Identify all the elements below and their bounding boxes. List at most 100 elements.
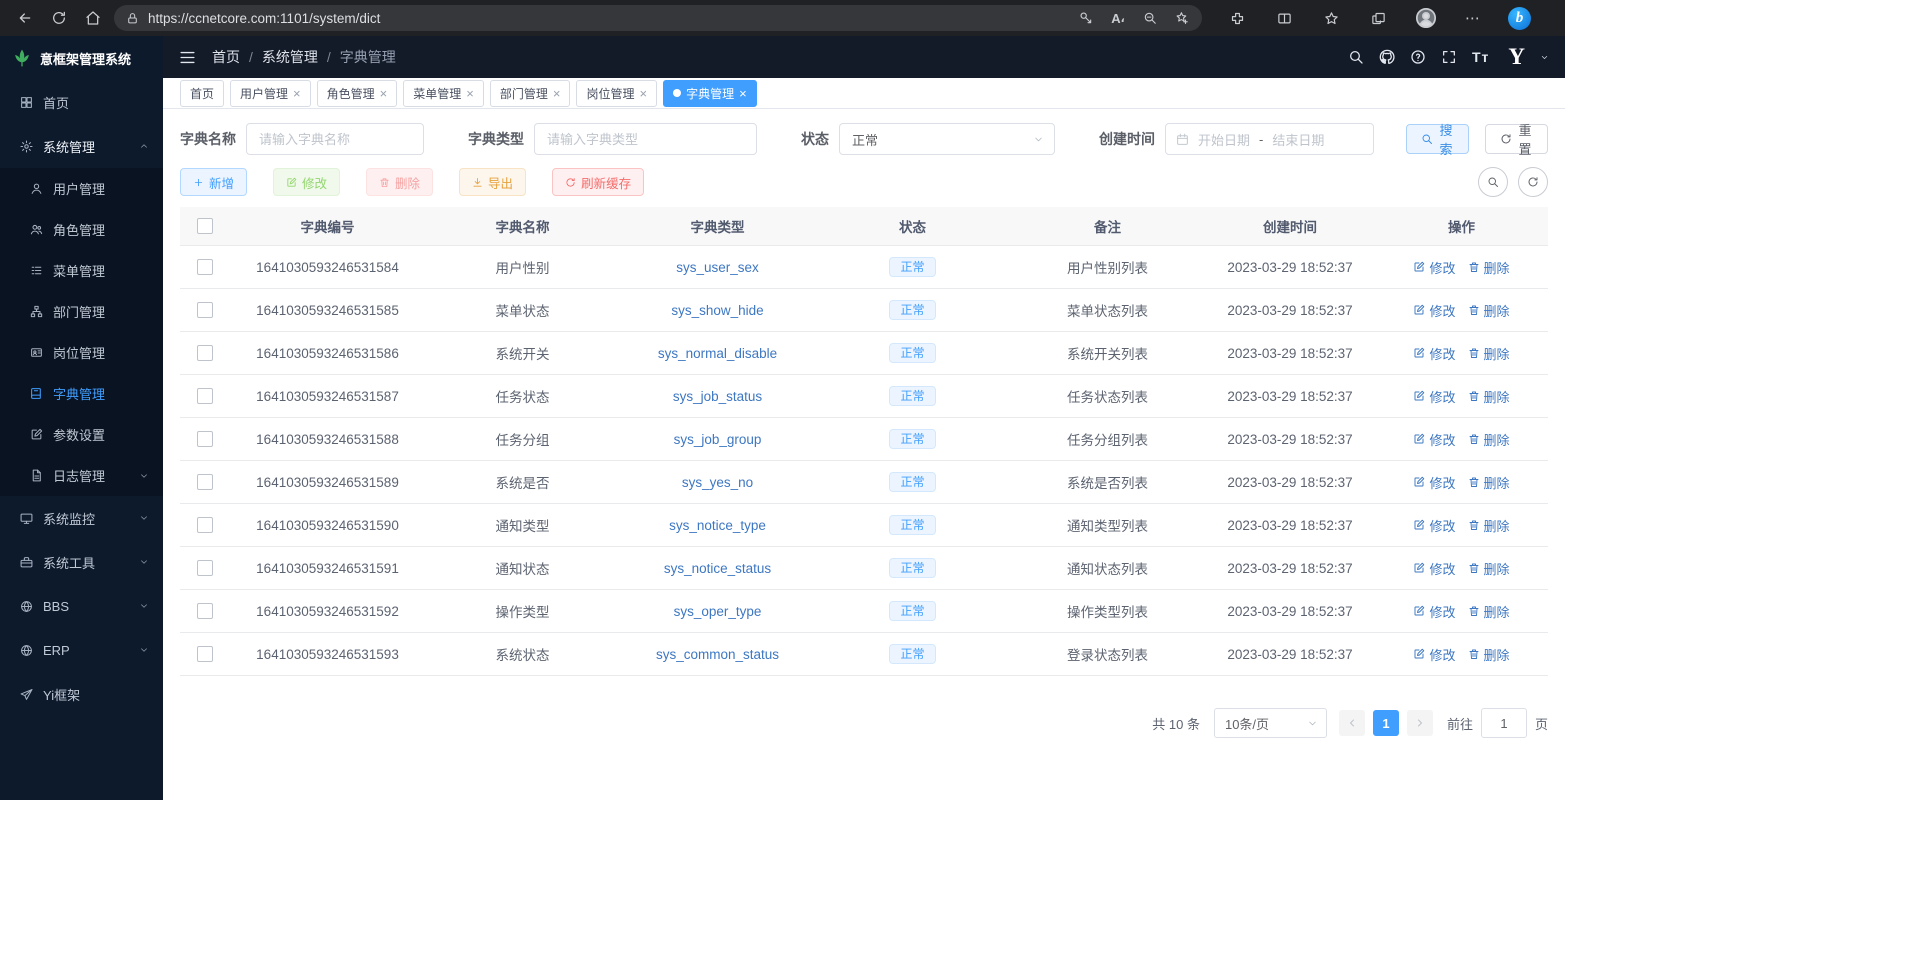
- row-checkbox[interactable]: [197, 603, 213, 619]
- tab-close-icon[interactable]: ×: [639, 86, 647, 101]
- row-checkbox[interactable]: [197, 345, 213, 361]
- page-size-select[interactable]: 10条/页: [1214, 708, 1327, 738]
- dict-type-input[interactable]: [534, 123, 757, 155]
- browser-back-button[interactable]: [8, 3, 42, 33]
- sidebar-item-dept[interactable]: 部门管理: [0, 291, 163, 332]
- sidebar-item-config[interactable]: 参数设置: [0, 414, 163, 455]
- row-checkbox[interactable]: [197, 259, 213, 275]
- sidebar-item-log[interactable]: 日志管理: [0, 455, 163, 496]
- tab-close-icon[interactable]: ×: [293, 86, 301, 101]
- row-delete-link[interactable]: 删除: [1468, 258, 1510, 277]
- sidebar-item-erp[interactable]: ERP: [0, 628, 163, 672]
- favorites-icon[interactable]: [1308, 3, 1355, 33]
- row-delete-link[interactable]: 删除: [1468, 344, 1510, 363]
- row-edit-link[interactable]: 修改: [1413, 430, 1455, 449]
- bing-copilot-icon[interactable]: b: [1508, 7, 1531, 30]
- sidebar-item-system[interactable]: 系统管理: [0, 124, 163, 168]
- row-delete-link[interactable]: 删除: [1468, 430, 1510, 449]
- select-all-checkbox[interactable]: [197, 218, 213, 234]
- user-menu-chevron-icon[interactable]: [1540, 53, 1549, 62]
- header-search-icon[interactable]: [1348, 49, 1364, 65]
- profile-avatar[interactable]: [1402, 3, 1449, 33]
- zoom-out-icon[interactable]: [1134, 6, 1166, 30]
- sidebar-item-monitor[interactable]: 系统监控: [0, 496, 163, 540]
- breadcrumb-item[interactable]: 系统管理: [262, 47, 318, 67]
- dict-type-link[interactable]: sys_yes_no: [682, 475, 753, 490]
- delete-button[interactable]: 删除: [366, 168, 433, 196]
- prev-page-button[interactable]: [1339, 710, 1365, 736]
- row-delete-link[interactable]: 删除: [1468, 301, 1510, 320]
- row-delete-link[interactable]: 删除: [1468, 602, 1510, 621]
- dict-type-link[interactable]: sys_user_sex: [676, 260, 759, 275]
- row-checkbox[interactable]: [197, 431, 213, 447]
- collections-icon[interactable]: [1355, 3, 1402, 33]
- add-favorite-icon[interactable]: [1166, 6, 1198, 30]
- row-edit-link[interactable]: 修改: [1413, 559, 1455, 578]
- tab-角色管理[interactable]: 角色管理×: [317, 80, 398, 107]
- row-checkbox[interactable]: [197, 646, 213, 662]
- dict-type-link[interactable]: sys_oper_type: [674, 604, 762, 619]
- user-avatar-logo[interactable]: Y: [1508, 44, 1525, 70]
- dict-type-link[interactable]: sys_show_hide: [671, 303, 763, 318]
- sidebar-item-user[interactable]: 用户管理: [0, 168, 163, 209]
- row-delete-link[interactable]: 删除: [1468, 559, 1510, 578]
- row-checkbox[interactable]: [197, 560, 213, 576]
- page-number-button[interactable]: 1: [1373, 710, 1399, 736]
- breadcrumb-item[interactable]: 首页: [212, 47, 240, 67]
- tab-菜单管理[interactable]: 菜单管理×: [403, 80, 484, 107]
- sidebar-item-post[interactable]: 岗位管理: [0, 332, 163, 373]
- row-edit-link[interactable]: 修改: [1413, 387, 1455, 406]
- row-delete-link[interactable]: 删除: [1468, 387, 1510, 406]
- site-security-icon[interactable]: [126, 12, 139, 25]
- password-manager-icon[interactable]: [1070, 6, 1102, 30]
- url-text[interactable]: https://ccnetcore.com:1101/system/dict: [148, 11, 1070, 26]
- dict-type-link[interactable]: sys_common_status: [656, 647, 779, 662]
- edit-button[interactable]: 修改: [273, 168, 340, 196]
- sidebar-item-menu[interactable]: 菜单管理: [0, 250, 163, 291]
- github-icon[interactable]: [1379, 49, 1395, 65]
- address-bar[interactable]: https://ccnetcore.com:1101/system/dict A…: [114, 5, 1202, 31]
- tab-close-icon[interactable]: ×: [553, 86, 561, 101]
- tab-用户管理[interactable]: 用户管理×: [230, 80, 311, 107]
- tab-岗位管理[interactable]: 岗位管理×: [576, 80, 657, 107]
- row-delete-link[interactable]: 删除: [1468, 516, 1510, 535]
- tab-字典管理[interactable]: 字典管理×: [663, 80, 757, 107]
- dict-type-link[interactable]: sys_normal_disable: [658, 346, 777, 361]
- font-size-icon[interactable]: Tт: [1472, 49, 1489, 65]
- browser-refresh-button[interactable]: [42, 3, 76, 33]
- tab-close-icon[interactable]: ×: [466, 86, 474, 101]
- row-checkbox[interactable]: [197, 517, 213, 533]
- row-edit-link[interactable]: 修改: [1413, 344, 1455, 363]
- row-checkbox[interactable]: [197, 302, 213, 318]
- row-edit-link[interactable]: 修改: [1413, 258, 1455, 277]
- row-edit-link[interactable]: 修改: [1413, 516, 1455, 535]
- dict-type-link[interactable]: sys_job_group: [674, 432, 762, 447]
- export-button[interactable]: 导出: [459, 168, 526, 196]
- next-page-button[interactable]: [1407, 710, 1433, 736]
- reset-button[interactable]: 重置: [1485, 124, 1548, 154]
- row-delete-link[interactable]: 删除: [1468, 473, 1510, 492]
- row-checkbox[interactable]: [197, 474, 213, 490]
- dict-name-input[interactable]: [246, 123, 424, 155]
- help-icon[interactable]: [1410, 49, 1426, 65]
- row-edit-link[interactable]: 修改: [1413, 301, 1455, 320]
- sidebar-item-home[interactable]: 首页: [0, 80, 163, 124]
- tab-close-icon[interactable]: ×: [739, 86, 747, 101]
- dict-type-link[interactable]: sys_notice_status: [664, 561, 771, 576]
- goto-page-input[interactable]: [1481, 708, 1527, 738]
- toggle-search-button[interactable]: [1478, 167, 1508, 197]
- sidebar-item-bbs[interactable]: BBS: [0, 584, 163, 628]
- sidebar-item-dict[interactable]: 字典管理: [0, 373, 163, 414]
- sidebar-item-role[interactable]: 角色管理: [0, 209, 163, 250]
- app-logo[interactable]: 意框架管理系统: [0, 36, 163, 80]
- browser-settings-icon[interactable]: ⋯: [1449, 3, 1496, 33]
- fullscreen-icon[interactable]: [1441, 49, 1457, 65]
- split-screen-icon[interactable]: [1261, 3, 1308, 33]
- tab-首页[interactable]: 首页: [180, 80, 224, 107]
- row-edit-link[interactable]: 修改: [1413, 602, 1455, 621]
- create-time-range-picker[interactable]: 开始日期 - 结束日期: [1165, 123, 1374, 155]
- tab-close-icon[interactable]: ×: [380, 86, 388, 101]
- search-button[interactable]: 搜索: [1406, 124, 1469, 154]
- refresh-table-button[interactable]: [1518, 167, 1548, 197]
- sidebar-item-yi[interactable]: Yi框架: [0, 672, 163, 716]
